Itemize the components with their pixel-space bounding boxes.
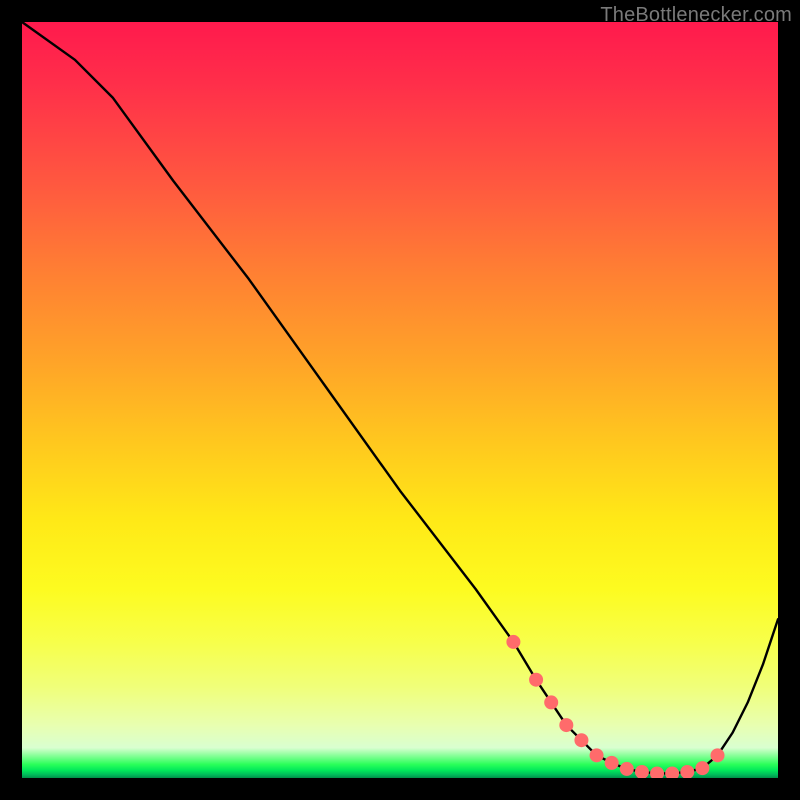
highlight-dot <box>680 765 694 778</box>
chart-stage: TheBottlenecker.com <box>0 0 800 800</box>
highlight-dot <box>574 733 588 747</box>
bottleneck-curve <box>22 22 778 773</box>
highlight-dots <box>506 635 724 778</box>
highlight-dot <box>605 756 619 770</box>
curve-layer <box>22 22 778 778</box>
highlight-dot <box>711 748 725 762</box>
plot-area <box>22 22 778 778</box>
highlight-dot <box>590 748 604 762</box>
highlight-dot <box>695 761 709 775</box>
highlight-dot <box>665 766 679 778</box>
highlight-dot <box>650 766 664 778</box>
highlight-dot <box>529 673 543 687</box>
highlight-dot <box>544 695 558 709</box>
highlight-dot <box>559 718 573 732</box>
watermark-text: TheBottlenecker.com <box>600 4 792 27</box>
highlight-dot <box>635 765 649 778</box>
highlight-dot <box>620 762 634 776</box>
highlight-dot <box>506 635 520 649</box>
